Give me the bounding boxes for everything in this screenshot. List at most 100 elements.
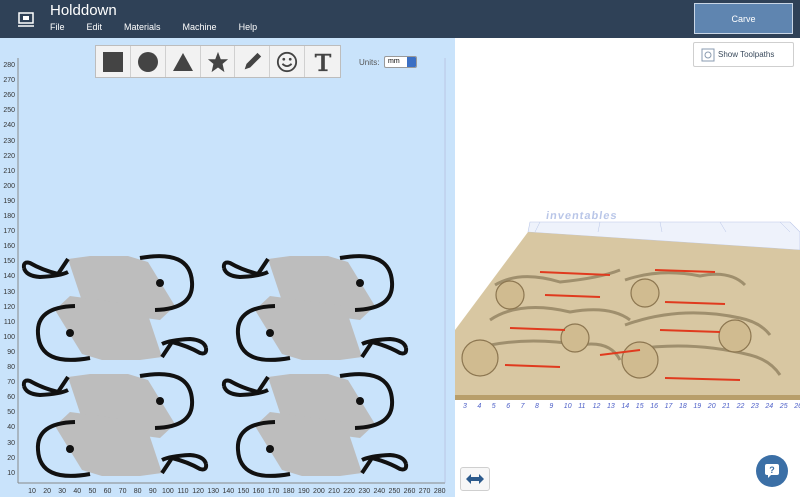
ruler-label: 23 — [751, 403, 759, 410]
y-tick-label: 40 — [7, 424, 15, 432]
y-tick-label: 190 — [3, 197, 15, 205]
y-tick-label: 250 — [3, 107, 15, 115]
y-tick-label: 200 — [3, 182, 15, 190]
ruler-label: 18 — [679, 403, 687, 410]
units-select[interactable]: mm — [384, 56, 417, 68]
y-tick-label: 80 — [7, 364, 15, 371]
menu-file[interactable]: File — [50, 22, 65, 32]
y-tick-label: 220 — [3, 152, 15, 160]
menu-edit[interactable]: Edit — [87, 22, 103, 32]
carve-button[interactable]: Carve — [694, 3, 793, 34]
x-tick-label: 210 — [328, 488, 340, 495]
menu-machine[interactable]: Machine — [183, 22, 217, 32]
ruler-label: 16 — [650, 403, 658, 410]
x-tick-label: 220 — [343, 488, 355, 495]
x-tick-label: 270 — [418, 488, 431, 495]
units-value: mm — [388, 58, 400, 65]
triangle-tool[interactable] — [166, 46, 201, 77]
ruler-label: 7 — [520, 403, 525, 410]
x-tick-label: 280 — [433, 488, 446, 495]
x-tick-label: 110 — [177, 488, 189, 495]
y-tick-label: 230 — [3, 137, 15, 145]
ruler-label: 15 — [635, 403, 644, 410]
x-tick-label: 250 — [388, 488, 401, 495]
ruler-label: 8 — [535, 403, 539, 410]
menu-materials[interactable]: Materials — [124, 22, 161, 32]
x-tick-label: 190 — [297, 488, 310, 495]
y-tick-label: 210 — [3, 167, 15, 175]
x-tick-label: 50 — [88, 488, 97, 495]
y-tick-label: 260 — [3, 92, 15, 100]
design-grid — [17, 58, 446, 484]
x-tick-label: 240 — [373, 488, 386, 495]
x-tick-label: 150 — [237, 488, 250, 495]
x-tick-label: 30 — [58, 488, 67, 495]
x-tick-label: 100 — [162, 488, 174, 495]
svg-text:?: ? — [769, 465, 775, 475]
y-tick-label: 90 — [7, 348, 15, 356]
y-tick-label: 120 — [3, 303, 15, 311]
ruler-label: 4 — [477, 403, 482, 410]
x-tick-label: 10 — [28, 488, 36, 495]
y-tick-label: 70 — [7, 379, 15, 387]
x-tick-label: 140 — [222, 488, 235, 495]
ruler-label: 13 — [607, 403, 615, 410]
ruler-label: 24 — [765, 403, 774, 410]
y-tick-label: 20 — [7, 454, 15, 462]
ruler-label: 12 — [592, 403, 601, 410]
x-tick-label: 90 — [148, 488, 157, 495]
x-tick-label: 60 — [103, 488, 112, 495]
x-tick-label: 230 — [358, 488, 371, 495]
ruler-label: 25 — [779, 403, 788, 410]
x-tick-label: 40 — [73, 488, 82, 495]
y-tick-label: 240 — [3, 122, 15, 130]
ruler-label: 5 — [491, 403, 496, 410]
brand-logo: inventables — [545, 210, 619, 222]
help-chat-icon: ? — [765, 464, 779, 478]
ruler-label: 3 — [463, 403, 467, 410]
menu-bar: File Edit Materials Machine Help — [50, 22, 279, 32]
ruler-label: 10 — [563, 403, 572, 410]
y-tick-label: 100 — [3, 333, 15, 341]
y-tick-label: 150 — [3, 258, 15, 266]
toolpaths-icon — [701, 48, 715, 62]
y-tick-label: 30 — [7, 439, 15, 447]
x-tick-label: 20 — [43, 488, 51, 495]
y-tick-label: 280 — [3, 62, 15, 69]
y-tick-label: 130 — [3, 288, 15, 296]
x-tick-label: 170 — [267, 488, 280, 495]
machine-icon[interactable] — [17, 10, 35, 28]
text-tool[interactable] — [305, 46, 340, 77]
shape-toolbar — [95, 45, 341, 78]
ruler-label: 17 — [664, 403, 673, 410]
star-tool[interactable] — [201, 46, 236, 77]
ruler-label: 6 — [506, 403, 511, 410]
help-button[interactable]: ? — [756, 455, 788, 487]
ruler-label: 14 — [621, 403, 630, 410]
ruler-label: 9 — [549, 403, 554, 410]
circle-tool[interactable] — [131, 46, 166, 77]
show-toolpaths-button[interactable]: Show Toolpaths — [693, 42, 794, 67]
x-tick-label: 160 — [252, 488, 265, 495]
y-tick-label: 10 — [7, 469, 15, 477]
swap-arrows-icon — [466, 474, 484, 484]
design-canvas[interactable]: 280 270 260 250 240 230 220 210 200 190 180 170 160 1… — [0, 38, 455, 497]
y-tick-label: 60 — [7, 394, 15, 402]
x-tick-label: 260 — [403, 488, 416, 495]
y-tick-label: 140 — [3, 273, 15, 281]
x-tick-label: 130 — [207, 488, 220, 495]
ruler-label: 22 — [736, 403, 745, 410]
y-tick-label: 110 — [3, 318, 15, 326]
ruler-label: 19 — [693, 403, 702, 410]
x-tick-label: 200 — [313, 488, 325, 495]
menu-help[interactable]: Help — [239, 22, 258, 32]
carve-preview[interactable]: inventables 3 4 5 6 7 8 9 10 11 12 13 14 15 16 17 18 19 2… — [455, 38, 800, 497]
ruler-label: 26 — [794, 403, 800, 410]
pencil-tool[interactable] — [235, 46, 271, 77]
square-tool[interactable] — [96, 46, 131, 77]
ruler-label: 20 — [707, 403, 716, 410]
smiley-tool[interactable] — [270, 46, 306, 77]
show-toolpaths-label: Show Toolpaths — [718, 50, 775, 59]
swap-view-button[interactable] — [460, 467, 490, 491]
y-tick-label: 50 — [7, 409, 15, 417]
